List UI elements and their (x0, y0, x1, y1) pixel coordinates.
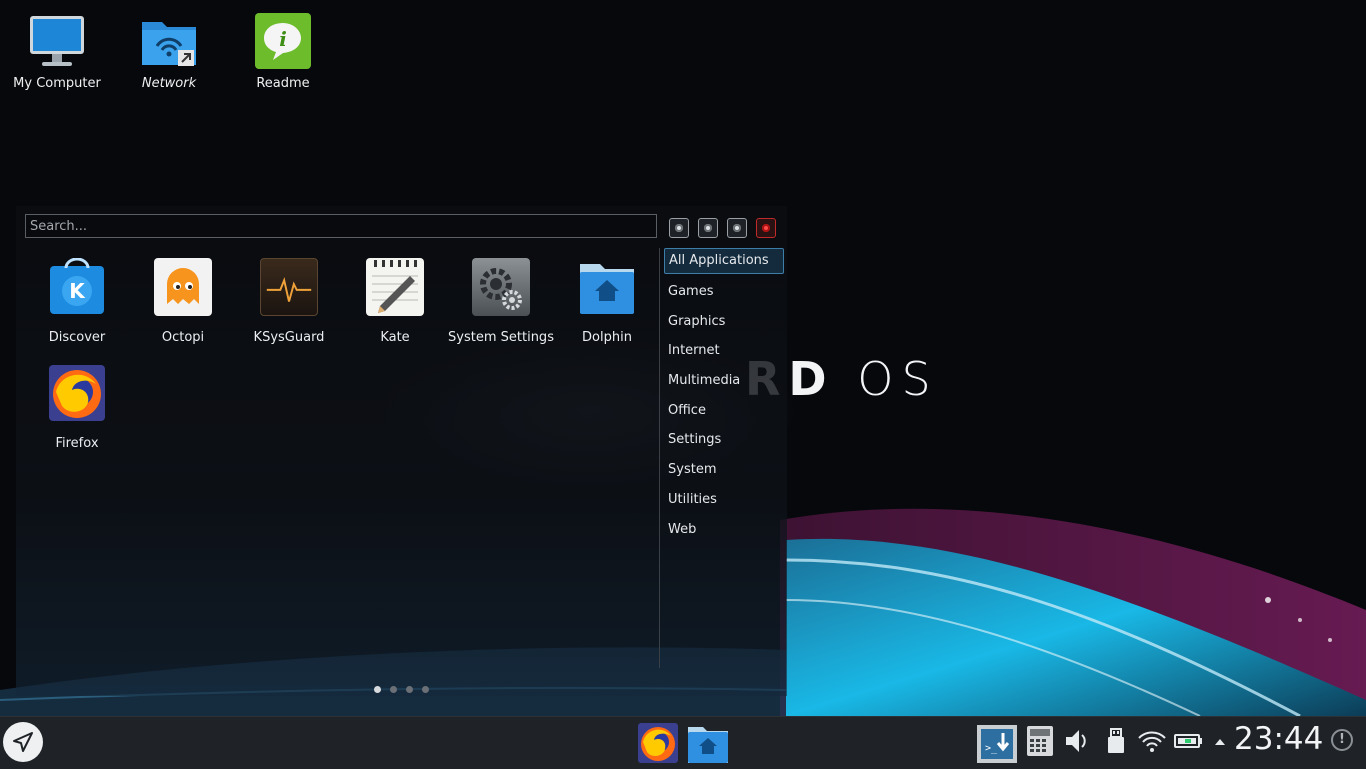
dolphin-icon (578, 258, 636, 316)
app-system-settings[interactable]: System Settings (448, 254, 554, 345)
category-multimedia[interactable]: Multimedia (664, 366, 784, 396)
category-settings[interactable]: Settings (664, 425, 784, 455)
monitor-icon (28, 12, 86, 70)
battery-icon (1174, 734, 1202, 748)
tray-konsole-download[interactable]: >_ (977, 725, 1017, 763)
volume-icon (1066, 730, 1086, 752)
svg-text:i: i (279, 27, 287, 51)
page-dot-3[interactable] (406, 686, 413, 693)
svg-text:K: K (69, 279, 86, 303)
app-dolphin[interactable]: Dolphin (554, 254, 660, 345)
firefox-icon (48, 364, 106, 422)
network-folder-icon (140, 12, 198, 70)
clock[interactable]: 23:44 (1234, 721, 1323, 757)
page-dot-4[interactable] (422, 686, 429, 693)
discover-icon: K (48, 257, 106, 316)
tray-battery[interactable] (1174, 725, 1204, 761)
shutdown-button[interactable] (756, 218, 776, 238)
desktop-icon-readme[interactable]: i Readme (228, 2, 338, 91)
wifi-icon (1138, 731, 1166, 752)
firefox-icon (638, 723, 678, 763)
konsole-download-icon: >_ (977, 725, 1017, 763)
application-launcher: K Discover Octopi KSysGuard (16, 206, 787, 696)
tray-volume[interactable] (1064, 725, 1090, 761)
system-settings-icon (472, 258, 530, 316)
launcher-icon (13, 732, 33, 752)
page-dot-2[interactable] (390, 686, 397, 693)
category-office[interactable]: Office (664, 396, 784, 426)
page-indicator (374, 678, 438, 697)
app-discover[interactable]: K Discover (24, 254, 130, 345)
page-dot-1[interactable] (374, 686, 381, 693)
dolphin-icon (688, 727, 728, 763)
category-list: All Applications Games Graphics Internet… (664, 248, 784, 544)
logout-button[interactable] (698, 218, 718, 238)
category-utilities[interactable]: Utilities (664, 485, 784, 515)
taskbar: >_ 23:44 ! (0, 716, 1366, 769)
app-firefox[interactable]: Firefox (24, 360, 130, 451)
notifications-icon[interactable]: ! (1331, 729, 1353, 751)
octopi-icon (154, 258, 212, 316)
category-system[interactable]: System (664, 455, 784, 485)
tray-expand[interactable] (1212, 725, 1228, 761)
category-internet[interactable]: Internet (664, 336, 784, 366)
lock-button[interactable] (669, 218, 689, 238)
expand-arrow-icon (1215, 739, 1225, 745)
app-kate[interactable]: Kate (342, 254, 448, 345)
app-ksysguard[interactable]: KSysGuard (236, 254, 342, 345)
category-web[interactable]: Web (664, 515, 784, 545)
task-firefox[interactable] (637, 722, 679, 764)
tray-wifi[interactable] (1136, 725, 1168, 761)
desktop-icon-network[interactable]: Network (114, 2, 224, 91)
launcher-button[interactable] (3, 722, 43, 762)
category-all-applications[interactable]: All Applications (664, 248, 784, 274)
info-icon: i (254, 12, 312, 70)
tray-usb-device[interactable] (1104, 725, 1128, 761)
svg-text:>_: >_ (985, 743, 998, 754)
task-dolphin[interactable] (687, 722, 729, 764)
category-divider (659, 248, 660, 668)
search-input[interactable] (25, 214, 657, 238)
ksysguard-icon (260, 258, 318, 316)
calculator-icon (1027, 726, 1053, 756)
desktop-icon-my-computer[interactable]: My Computer (2, 2, 112, 91)
tray-calculator[interactable] (1026, 725, 1054, 761)
suspend-button[interactable] (727, 218, 747, 238)
kate-icon (366, 258, 424, 316)
app-octopi[interactable]: Octopi (130, 254, 236, 345)
category-games[interactable]: Games (664, 277, 784, 307)
category-graphics[interactable]: Graphics (664, 307, 784, 337)
usb-device-icon (1108, 728, 1124, 753)
